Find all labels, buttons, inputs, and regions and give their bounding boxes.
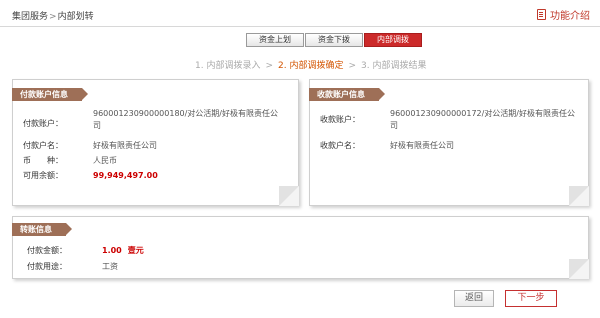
page-fold-corner xyxy=(569,259,589,279)
amount-label: 付款金额： xyxy=(27,246,67,255)
help-label: 功能介绍 xyxy=(550,11,590,22)
step-arrow: > xyxy=(348,61,356,71)
help-link[interactable]: 功能介绍 xyxy=(537,7,590,22)
amount-in-words: 壹元 xyxy=(127,246,144,255)
payer-panel-title: 付款账户信息 xyxy=(12,88,88,101)
book-icon xyxy=(537,9,546,20)
currency-value: 人民币 xyxy=(93,156,117,165)
breadcrumb-separator: > xyxy=(49,12,57,22)
payee-account-row: 收款账户： 960001230900000172/对公活期/好极有限责任公司 xyxy=(320,108,580,132)
tab-fund-collection[interactable]: 资金上划 xyxy=(246,33,304,47)
payee-name-label: 收款户名： xyxy=(320,141,360,150)
step-indicator: 1. 内部调拨录入 >2. 内部调拨确定 >3. 内部调拨结果 xyxy=(195,58,426,71)
next-button[interactable]: 下一步 xyxy=(505,290,557,307)
step-3: 3. 内部调拨结果 xyxy=(361,61,427,71)
payer-name-row: 付款户名： 好极有限责任公司 xyxy=(23,140,157,152)
amount-row: 付款金额： 1.00 壹元 xyxy=(27,245,144,257)
payee-name-value: 好极有限责任公司 xyxy=(390,141,454,150)
step-arrow: > xyxy=(265,61,273,71)
breadcrumb-page: 内部划转 xyxy=(57,12,94,22)
payee-account-label: 收款账户： xyxy=(320,115,360,124)
page-header: 集团服务>内部划转 功能介绍 xyxy=(0,0,600,27)
payer-name-value: 好极有限责任公司 xyxy=(93,141,157,150)
purpose-label: 付款用途： xyxy=(27,262,67,271)
payee-panel: 收款账户信息 收款账户： 960001230900000172/对公活期/好极有… xyxy=(309,79,589,206)
currency-row: 币 种： 人民币 xyxy=(23,155,117,167)
back-button[interactable]: 返回 xyxy=(454,290,494,307)
page-fold-corner xyxy=(569,186,589,206)
payee-account-value: 960001230900000172/对公活期/好极有限责任公司 xyxy=(390,109,576,130)
balance-row: 可用余额： 99,949,497.00 xyxy=(23,170,158,182)
amount-value: 1.00 xyxy=(102,246,122,255)
tab-fund-allocation[interactable]: 资金下拨 xyxy=(305,33,363,47)
step-1: 1. 内部调拨录入 xyxy=(195,61,261,71)
payer-account-row: 付款账户： 96000123090000018​0/对公活期/好极有限责任公司 xyxy=(23,108,278,132)
payer-name-label: 付款户名： xyxy=(23,141,63,150)
payee-panel-title: 收款账户信息 xyxy=(309,88,385,101)
breadcrumb: 集团服务>内部划转 xyxy=(12,9,94,22)
purpose-value: 工资 xyxy=(102,262,118,271)
payee-name-row: 收款户名： 好极有限责任公司 xyxy=(320,140,454,152)
tab-internal-transfer[interactable]: 内部调拨 xyxy=(364,33,422,47)
purpose-row: 付款用途： 工资 xyxy=(27,261,118,273)
step-2: 2. 内部调拨确定 xyxy=(278,61,344,71)
balance-value: 99,949,497.00 xyxy=(93,171,158,180)
transfer-panel-title: 转账信息 xyxy=(12,223,72,236)
payer-account-value: 96000123090000018​0/对公活期/好极有限责任公司 xyxy=(93,109,279,130)
page-fold-corner xyxy=(279,186,299,206)
currency-label: 币 种： xyxy=(23,156,63,165)
payer-account-label: 付款账户： xyxy=(23,119,63,128)
breadcrumb-section[interactable]: 集团服务 xyxy=(12,12,48,22)
transfer-panel: 转账信息 付款金额： 1.00 壹元 付款用途： 工资 xyxy=(12,216,589,279)
transfer-type-tabs: 资金上划 资金下拨 内部调拨 xyxy=(246,33,423,47)
payer-panel: 付款账户信息 付款账户： 96000123090000018​0/对公活期/好极… xyxy=(12,79,299,206)
balance-label: 可用余额： xyxy=(23,171,63,180)
